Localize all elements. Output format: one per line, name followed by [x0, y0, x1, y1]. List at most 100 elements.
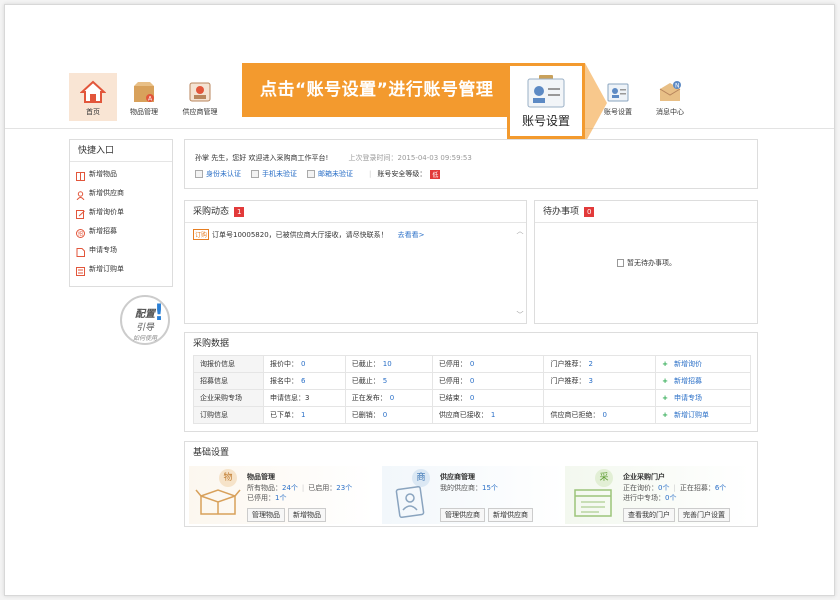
mail-icon [307, 170, 315, 178]
table-cell: 已停用： 0 [431, 372, 545, 390]
items-all-count[interactable]: 24个 [282, 484, 298, 492]
id-card-icon [526, 74, 566, 108]
portal-special-count[interactable]: 0个 [665, 494, 676, 502]
row-action[interactable]: + 新增订购单 [655, 406, 751, 424]
row-category: 招募信息 [193, 372, 264, 390]
add-item-button[interactable]: 新增物品 [288, 508, 326, 522]
add-order-link[interactable]: 新增订购单 [674, 411, 709, 419]
table-cell: 供应商已拒绝： 0 [543, 406, 657, 424]
table-cell: 已结束： 0 [431, 389, 545, 407]
cell-value[interactable]: 2 [588, 360, 592, 368]
manage-supplier-button[interactable]: 管理供应商 [440, 508, 485, 522]
cell-value[interactable]: 1 [301, 411, 305, 419]
table-cell: 报名中： 6 [263, 372, 346, 390]
portal-inquiry-count[interactable]: 0个 [658, 484, 669, 492]
activity-item: 订购 订单号10005820，已被供应商大厅接收，请尽快联系！ 去看看> [193, 229, 425, 240]
cell-value[interactable]: 0 [301, 360, 305, 368]
sidebar-item-add-order[interactable]: 新增订购单 [70, 260, 172, 279]
row-category: 询报价信息 [193, 355, 264, 373]
view-portal-button[interactable]: 查看我的门户 [623, 508, 675, 522]
items-disabled-count[interactable]: 1个 [275, 494, 286, 502]
grid-icon [76, 170, 85, 181]
nav-supplier[interactable]: 供应商管理 [176, 73, 224, 121]
row-action[interactable]: + 申请专场 [655, 389, 751, 407]
app-window: 首页 A 物品管理 供应商管理 账号设置 N 消息中心 点击“账号设置”进行账号… [4, 4, 835, 596]
divider: | [369, 170, 372, 178]
cell-value[interactable]: 3 [588, 377, 592, 385]
verify-email-link[interactable]: 邮箱未验证 [307, 169, 353, 179]
table-cell: 门户推荐： 2 [543, 355, 657, 373]
row-action[interactable]: + 新增询价 [655, 355, 751, 373]
table-cell: 申请信息：3 [263, 389, 346, 407]
callout-banner: 点击“账号设置”进行账号管理 [242, 63, 507, 117]
add-inquiry-link[interactable]: 新增询价 [674, 360, 702, 368]
row-category: 企业采购专场 [193, 389, 264, 407]
nav-items[interactable]: A 物品管理 [120, 73, 168, 121]
add-supplier-button[interactable]: 新增供应商 [488, 508, 533, 522]
pdata-title: 采购数据 [193, 339, 230, 349]
activity-scrollbar[interactable]: ︿ ﹀ [516, 227, 524, 319]
add-recruit-link[interactable]: 新增招募 [674, 377, 702, 385]
cell-value[interactable]: 10 [383, 360, 392, 368]
purchase-data-panel: 采购数据 询报价信息 报价中： 0 已截止： 10 已停用： 0 门户推荐： 2 + 新增… [184, 332, 758, 432]
welcome-greeting: 孙掌 先生，您好 欢迎进入采购商工作平台! [195, 154, 329, 162]
security-level-label: 账号安全等级： [377, 170, 427, 178]
sidebar-item-add-item[interactable]: 新增物品 [70, 165, 172, 184]
sidebar-item-add-inquiry[interactable]: 新增询价单 [70, 203, 172, 222]
doc-icon [76, 246, 85, 257]
activity-title: 采购动态 [193, 207, 230, 217]
cell-value[interactable]: 0 [602, 411, 606, 419]
table-cell: 正在发布： 0 [344, 389, 433, 407]
verify-identity-link[interactable]: 身份未认证 [195, 169, 241, 179]
callout-account-button[interactable]: 账号设置 [507, 63, 585, 139]
todo-empty: 暂无待办事项。 [617, 258, 676, 268]
cell-value[interactable]: 0 [470, 377, 474, 385]
svg-text:N: N [675, 83, 680, 90]
cell-value[interactable]: 5 [383, 377, 387, 385]
plus-icon: + [662, 377, 669, 385]
basic-title: 基础设置 [193, 448, 230, 458]
phone-icon [251, 170, 259, 178]
cell-value[interactable]: 0 [383, 411, 387, 419]
nav-home[interactable]: 首页 [69, 73, 117, 121]
scroll-up-icon[interactable]: ︿ [516, 227, 524, 235]
verify-phone-link[interactable]: 手机未验证 [251, 169, 297, 179]
table-cell: 已停用： 0 [431, 355, 545, 373]
supplier-count[interactable]: 15个 [482, 484, 498, 492]
cell-value[interactable]: 1 [491, 411, 495, 419]
last-login-label: 上次登录时间： [348, 154, 398, 162]
activity-message: 订单号10005820，已被供应商大厅接收，请尽快联系！ [212, 230, 388, 239]
table-cell: 报价中： 0 [263, 355, 346, 373]
row-action[interactable]: + 新增招募 [655, 372, 751, 390]
sidebar-item-apply-special[interactable]: 申请专场 [70, 241, 172, 260]
recruit-icon: 招 [76, 227, 85, 238]
config-guide-badge[interactable]: 配置 引导 如何使用 ! [120, 295, 170, 345]
purchase-data-table: 询报价信息 报价中： 0 已截止： 10 已停用： 0 门户推荐： 2 + 新增询价 招募… [193, 355, 751, 424]
nav-messages[interactable]: N 消息中心 [646, 73, 694, 121]
edit-icon [76, 208, 85, 219]
portal-settings-button[interactable]: 完善门户设置 [678, 508, 730, 522]
activity-view-link[interactable]: 去看看> [398, 230, 425, 240]
apply-special-link[interactable]: 申请专场 [674, 394, 702, 402]
items-card: 物 物品管理 所有物品：24个 | 已启用：23个 已停用：1个 管理物品 新增物品 [189, 466, 374, 524]
scroll-down-icon[interactable]: ﹀ [516, 311, 524, 319]
cell-value: 3 [305, 394, 310, 402]
items-card-title: 物品管理 [247, 473, 275, 481]
sidebar-item-add-recruit[interactable]: 招新增招募 [70, 222, 172, 241]
items-enabled-count[interactable]: 23个 [336, 484, 352, 492]
manage-items-button[interactable]: 管理物品 [247, 508, 285, 522]
purchase-activity-panel: 采购动态 1 订购 订单号10005820，已被供应商大厅接收，请尽快联系！ 去看… [184, 200, 527, 324]
sidebar-item-label: 申请专场 [89, 246, 117, 254]
cell-value[interactable]: 0 [390, 394, 394, 402]
portal-card: 采 企业采购门户 正在询价：0个 | 正在招募：6个 进行中专场：0个 查看我的门户… [565, 466, 750, 524]
supplier-card-title: 供应商管理 [440, 473, 475, 481]
cell-value[interactable]: 0 [470, 360, 474, 368]
table-cell: 门户推荐： 3 [543, 372, 657, 390]
portal-recruit-count[interactable]: 6个 [715, 484, 726, 492]
sidebar-item-add-supplier[interactable]: 新增供应商 [70, 184, 172, 203]
guide-line3: 如何使用 [132, 335, 157, 342]
cell-value[interactable]: 6 [301, 377, 305, 385]
message-icon: N [657, 80, 683, 104]
quick-entry-sidebar: 快捷入口 新增物品 新增供应商 新增询价单 招新增招募 申请专场 新增订购单 [69, 139, 173, 287]
cell-value[interactable]: 0 [470, 394, 474, 402]
